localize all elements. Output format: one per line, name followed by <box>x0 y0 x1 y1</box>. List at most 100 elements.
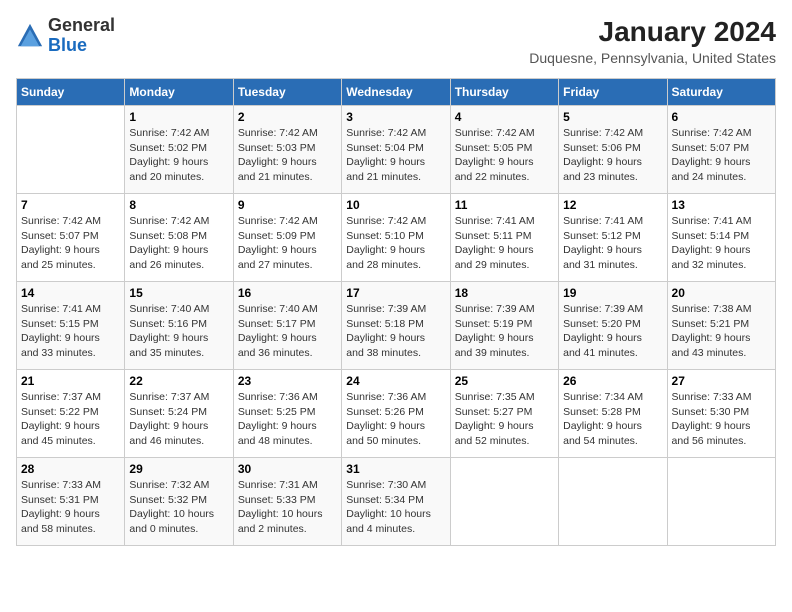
day-info: Sunrise: 7:34 AM Sunset: 5:28 PM Dayligh… <box>563 390 662 449</box>
calendar-cell: 22 Sunrise: 7:37 AM Sunset: 5:24 PM Dayli… <box>125 370 233 458</box>
calendar-cell: 19 Sunrise: 7:39 AM Sunset: 5:20 PM Dayli… <box>559 282 667 370</box>
calendar-cell: 28 Sunrise: 7:33 AM Sunset: 5:31 PM Dayli… <box>17 458 125 546</box>
calendar-cell <box>667 458 775 546</box>
logo-icon <box>16 22 44 50</box>
calendar-cell: 13 Sunrise: 7:41 AM Sunset: 5:14 PM Dayli… <box>667 194 775 282</box>
day-header-wednesday: Wednesday <box>342 79 450 106</box>
calendar-cell: 2 Sunrise: 7:42 AM Sunset: 5:03 PM Daylig… <box>233 106 341 194</box>
day-number: 16 <box>238 286 337 300</box>
day-number: 14 <box>21 286 120 300</box>
day-header-saturday: Saturday <box>667 79 775 106</box>
day-number: 19 <box>563 286 662 300</box>
day-number: 18 <box>455 286 554 300</box>
day-info: Sunrise: 7:42 AM Sunset: 5:07 PM Dayligh… <box>672 126 771 185</box>
calendar-cell: 3Sunrise: 7:42 AM Sunset: 5:04 PM Daylig… <box>342 106 450 194</box>
title-block: January 2024 Duquesne, Pennsylvania, Uni… <box>529 16 776 66</box>
calendar-cell: 24 Sunrise: 7:36 AM Sunset: 5:26 PM Dayli… <box>342 370 450 458</box>
calendar-cell: 21 Sunrise: 7:37 AM Sunset: 5:22 PM Dayli… <box>17 370 125 458</box>
day-header-monday: Monday <box>125 79 233 106</box>
day-number: 12 <box>563 198 662 212</box>
calendar-cell: 29 Sunrise: 7:32 AM Sunset: 5:32 PM Dayli… <box>125 458 233 546</box>
calendar-cell: 5 Sunrise: 7:42 AM Sunset: 5:06 PM Daylig… <box>559 106 667 194</box>
day-info: Sunrise: 7:41 AM Sunset: 5:15 PM Dayligh… <box>21 302 120 361</box>
calendar-cell: 30Sunrise: 7:31 AM Sunset: 5:33 PM Dayli… <box>233 458 341 546</box>
day-number: 8 <box>129 198 228 212</box>
day-info: Sunrise: 7:35 AM Sunset: 5:27 PM Dayligh… <box>455 390 554 449</box>
calendar-week-row: 21 Sunrise: 7:37 AM Sunset: 5:22 PM Dayli… <box>17 370 776 458</box>
day-info: Sunrise: 7:42 AM Sunset: 5:05 PM Dayligh… <box>455 126 554 185</box>
calendar-cell: 7Sunrise: 7:42 AM Sunset: 5:07 PM Daylig… <box>17 194 125 282</box>
calendar-cell: 11 Sunrise: 7:41 AM Sunset: 5:11 PM Dayli… <box>450 194 558 282</box>
day-number: 15 <box>129 286 228 300</box>
calendar-cell: 31Sunrise: 7:30 AM Sunset: 5:34 PM Dayli… <box>342 458 450 546</box>
calendar-cell: 15Sunrise: 7:40 AM Sunset: 5:16 PM Dayli… <box>125 282 233 370</box>
calendar-cell: 23Sunrise: 7:36 AM Sunset: 5:25 PM Dayli… <box>233 370 341 458</box>
calendar-cell: 12 Sunrise: 7:41 AM Sunset: 5:12 PM Dayli… <box>559 194 667 282</box>
day-number: 7 <box>21 198 120 212</box>
day-header-sunday: Sunday <box>17 79 125 106</box>
day-info: Sunrise: 7:37 AM Sunset: 5:22 PM Dayligh… <box>21 390 120 449</box>
day-info: Sunrise: 7:41 AM Sunset: 5:11 PM Dayligh… <box>455 214 554 273</box>
calendar-cell: 14 Sunrise: 7:41 AM Sunset: 5:15 PM Dayli… <box>17 282 125 370</box>
day-info: Sunrise: 7:42 AM Sunset: 5:10 PM Dayligh… <box>346 214 445 273</box>
calendar-cell: 27Sunrise: 7:33 AM Sunset: 5:30 PM Dayli… <box>667 370 775 458</box>
day-info: Sunrise: 7:42 AM Sunset: 5:09 PM Dayligh… <box>238 214 337 273</box>
day-number: 21 <box>21 374 120 388</box>
day-info: Sunrise: 7:30 AM Sunset: 5:34 PM Dayligh… <box>346 478 445 537</box>
logo: General Blue <box>16 16 115 56</box>
day-number: 29 <box>129 462 228 476</box>
calendar-cell: 17 Sunrise: 7:39 AM Sunset: 5:18 PM Dayli… <box>342 282 450 370</box>
day-info: Sunrise: 7:42 AM Sunset: 5:03 PM Dayligh… <box>238 126 337 185</box>
calendar-week-row: 14 Sunrise: 7:41 AM Sunset: 5:15 PM Dayli… <box>17 282 776 370</box>
calendar-cell: 20Sunrise: 7:38 AM Sunset: 5:21 PM Dayli… <box>667 282 775 370</box>
calendar-week-row: 7Sunrise: 7:42 AM Sunset: 5:07 PM Daylig… <box>17 194 776 282</box>
day-header-tuesday: Tuesday <box>233 79 341 106</box>
day-header-friday: Friday <box>559 79 667 106</box>
location-subtitle: Duquesne, Pennsylvania, United States <box>529 50 776 66</box>
day-info: Sunrise: 7:39 AM Sunset: 5:19 PM Dayligh… <box>455 302 554 361</box>
day-info: Sunrise: 7:42 AM Sunset: 5:04 PM Dayligh… <box>346 126 445 185</box>
day-number: 20 <box>672 286 771 300</box>
calendar-cell: 8Sunrise: 7:42 AM Sunset: 5:08 PM Daylig… <box>125 194 233 282</box>
day-number: 6 <box>672 110 771 124</box>
calendar-cell <box>17 106 125 194</box>
day-number: 22 <box>129 374 228 388</box>
day-info: Sunrise: 7:33 AM Sunset: 5:31 PM Dayligh… <box>21 478 120 537</box>
calendar-cell: 16Sunrise: 7:40 AM Sunset: 5:17 PM Dayli… <box>233 282 341 370</box>
calendar-cell: 25 Sunrise: 7:35 AM Sunset: 5:27 PM Dayli… <box>450 370 558 458</box>
day-info: Sunrise: 7:42 AM Sunset: 5:02 PM Dayligh… <box>129 126 228 185</box>
month-year-title: January 2024 <box>529 16 776 48</box>
calendar-cell: 1 Sunrise: 7:42 AM Sunset: 5:02 PM Daylig… <box>125 106 233 194</box>
page-header: General Blue January 2024 Duquesne, Penn… <box>16 16 776 66</box>
day-number: 13 <box>672 198 771 212</box>
day-number: 10 <box>346 198 445 212</box>
day-info: Sunrise: 7:39 AM Sunset: 5:18 PM Dayligh… <box>346 302 445 361</box>
day-info: Sunrise: 7:37 AM Sunset: 5:24 PM Dayligh… <box>129 390 228 449</box>
day-number: 2 <box>238 110 337 124</box>
day-number: 17 <box>346 286 445 300</box>
day-info: Sunrise: 7:36 AM Sunset: 5:26 PM Dayligh… <box>346 390 445 449</box>
calendar-cell <box>559 458 667 546</box>
calendar-week-row: 28 Sunrise: 7:33 AM Sunset: 5:31 PM Dayli… <box>17 458 776 546</box>
calendar-cell: 9 Sunrise: 7:42 AM Sunset: 5:09 PM Daylig… <box>233 194 341 282</box>
day-number: 1 <box>129 110 228 124</box>
day-number: 24 <box>346 374 445 388</box>
day-number: 25 <box>455 374 554 388</box>
day-info: Sunrise: 7:39 AM Sunset: 5:20 PM Dayligh… <box>563 302 662 361</box>
calendar-cell: 18 Sunrise: 7:39 AM Sunset: 5:19 PM Dayli… <box>450 282 558 370</box>
day-number: 11 <box>455 198 554 212</box>
day-number: 26 <box>563 374 662 388</box>
day-info: Sunrise: 7:32 AM Sunset: 5:32 PM Dayligh… <box>129 478 228 537</box>
day-number: 30 <box>238 462 337 476</box>
calendar-cell: 10 Sunrise: 7:42 AM Sunset: 5:10 PM Dayli… <box>342 194 450 282</box>
calendar-cell: 26 Sunrise: 7:34 AM Sunset: 5:28 PM Dayli… <box>559 370 667 458</box>
day-info: Sunrise: 7:42 AM Sunset: 5:06 PM Dayligh… <box>563 126 662 185</box>
day-info: Sunrise: 7:33 AM Sunset: 5:30 PM Dayligh… <box>672 390 771 449</box>
day-number: 28 <box>21 462 120 476</box>
logo-blue-text: Blue <box>48 35 87 55</box>
day-info: Sunrise: 7:41 AM Sunset: 5:12 PM Dayligh… <box>563 214 662 273</box>
day-number: 9 <box>238 198 337 212</box>
day-info: Sunrise: 7:41 AM Sunset: 5:14 PM Dayligh… <box>672 214 771 273</box>
calendar-cell <box>450 458 558 546</box>
day-number: 5 <box>563 110 662 124</box>
